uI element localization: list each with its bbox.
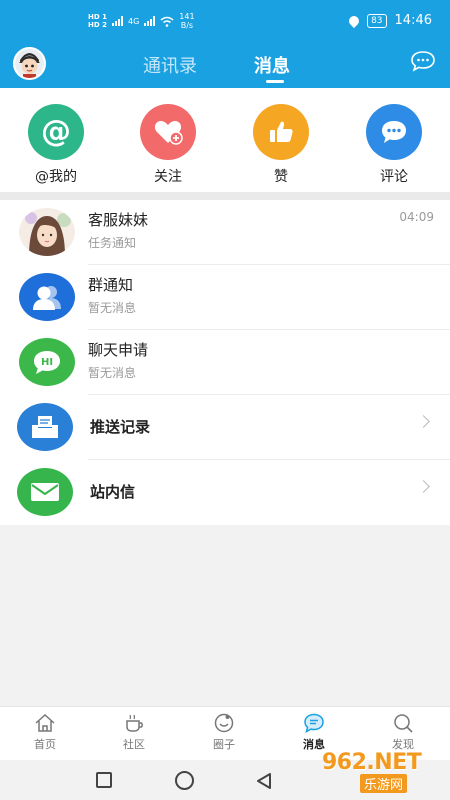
hd2-label: HD 2 [88, 21, 107, 29]
home-icon [35, 713, 55, 732]
battery-indicator: 83 [367, 13, 387, 28]
nav-label: 圈子 [213, 738, 235, 751]
message-subtitle: 任务通知 [88, 236, 137, 250]
link-label: 推送记录 [90, 418, 151, 436]
tab-contacts[interactable]: 通讯录 [143, 52, 197, 78]
message-icon [304, 713, 324, 733]
quick-action-follow[interactable]: 关注 [128, 104, 208, 186]
home-button[interactable] [175, 771, 194, 790]
inbox-icon [17, 403, 73, 451]
customer-service-avatar [19, 208, 75, 256]
chat-bubble-button[interactable] [410, 50, 436, 72]
hi-chat-icon: HI [19, 338, 75, 386]
my-avatar[interactable] [13, 47, 46, 80]
list-item-group-notice[interactable]: 群通知 暂无消息 [0, 265, 450, 330]
coffee-icon [126, 714, 143, 732]
hd-indicators: HD 1 HD 2 [88, 13, 107, 29]
message-time: 04:09 [399, 210, 434, 224]
tab-messages[interactable]: 消息 [254, 52, 290, 78]
net-speed: 141 B/s [179, 12, 194, 30]
nav-discover[interactable]: 发现 [373, 713, 433, 752]
watermark-subtext: 乐游网 [360, 774, 408, 793]
app-header: HD 1 HD 2 4G 141 B/s 83 14:46 通讯录 消息 [0, 0, 450, 88]
status-bar: HD 1 HD 2 4G 141 B/s 83 14:46 [0, 0, 450, 40]
chevron-right-icon [417, 415, 430, 428]
portrait-avatar-icon [19, 208, 75, 256]
net-speed-unit: B/s [180, 21, 194, 30]
nav-label: 社区 [123, 738, 145, 751]
quick-action-comments[interactable]: 评论 [354, 104, 434, 186]
clock: 14:46 [394, 13, 432, 28]
search-icon [394, 714, 413, 733]
nav-label: 首页 [34, 738, 56, 751]
location-icon [347, 13, 362, 28]
section-divider [0, 192, 450, 200]
message-subtitle: 暂无消息 [88, 301, 137, 315]
signal-2-icon [144, 16, 156, 26]
recents-button[interactable] [96, 772, 112, 788]
status-left: HD 1 HD 2 4G 141 B/s [88, 12, 195, 30]
signal-icon [111, 16, 123, 26]
comment-icon [366, 104, 422, 160]
list-item-push-history[interactable]: 推送记录 [0, 395, 450, 460]
message-subtitle: 暂无消息 [88, 366, 137, 380]
smile-circle-icon [214, 713, 234, 733]
quick-actions: @ @我的 关注 赞 评论 [0, 88, 450, 192]
tab-header: 通讯录 消息 [0, 40, 450, 88]
list-item-chat-request[interactable]: HI 聊天申请 暂无消息 [0, 330, 450, 395]
hd1-label: HD 1 [88, 13, 107, 21]
chat-bubble-icon [411, 51, 435, 72]
quick-action-label: @我的 [35, 169, 77, 185]
mail-icon [17, 468, 73, 516]
chevron-right-icon [417, 480, 430, 493]
back-button[interactable] [255, 772, 273, 790]
quick-action-label: 评论 [380, 169, 408, 185]
message-title: 客服妹妹 [88, 211, 149, 229]
list-item-site-mail[interactable]: 站内信 [0, 460, 450, 525]
nav-home[interactable]: 首页 [15, 713, 75, 752]
active-tab-indicator [266, 80, 284, 83]
message-title: 聊天申请 [88, 341, 149, 359]
nav-circle[interactable]: 圈子 [194, 713, 254, 752]
message-list: 客服妹妹 任务通知 04:09 群通知 暂无消息 HI 聊天申请 暂无消息 推送… [0, 200, 450, 525]
quick-action-label: 赞 [274, 169, 288, 185]
group-icon [19, 273, 75, 321]
quick-action-likes[interactable]: 赞 [241, 104, 321, 186]
wifi-icon [160, 16, 174, 27]
status-right: 83 14:46 [347, 13, 432, 28]
quick-action-label: 关注 [154, 169, 182, 185]
thumbs-up-icon [253, 104, 309, 160]
message-title: 群通知 [88, 276, 134, 294]
watermark-text: 962.NET [322, 750, 422, 775]
net-speed-value: 141 [179, 12, 195, 21]
nav-messages[interactable]: 消息 [284, 713, 344, 752]
watermark-logo: 962.NET 乐游网 [310, 748, 450, 793]
cartoon-avatar-icon [15, 49, 44, 78]
heart-plus-icon [140, 104, 196, 160]
network-type: 4G [127, 16, 140, 26]
quick-action-mentions[interactable]: @ @我的 [16, 104, 96, 186]
svg-text:HI: HI [41, 357, 53, 368]
nav-community[interactable]: 社区 [104, 713, 164, 752]
list-item-customer-service[interactable]: 客服妹妹 任务通知 04:09 [0, 200, 450, 265]
link-label: 站内信 [90, 483, 136, 501]
at-icon: @ [28, 104, 84, 160]
